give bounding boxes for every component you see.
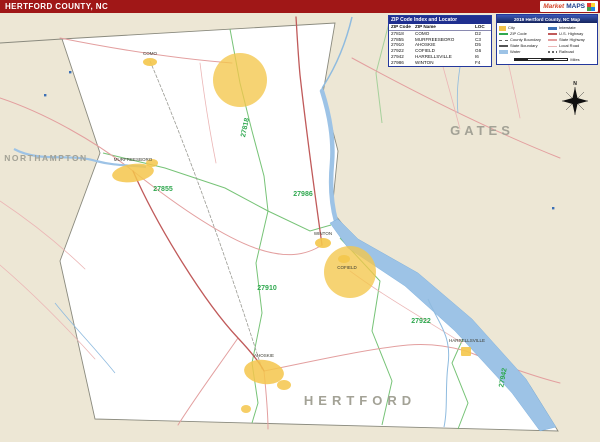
city-label-ahoskie: AHOSKIE	[254, 353, 274, 358]
logo-maps-text: MAPS	[566, 3, 585, 10]
map-legend-box: 2019 Hertford County, NC Map City Inters…	[496, 14, 598, 65]
zip-label-27986: 27986	[293, 191, 313, 198]
map-legend-body: City Interstate ZIP Code U.S. Highway Co…	[497, 23, 597, 56]
zip-index-header-row: ZIP Code ZIP Name LOC	[389, 24, 491, 31]
marketmaps-logo: MarketMAPS	[540, 1, 598, 12]
city-label-como: COMO	[143, 51, 157, 56]
legend-label: Water	[510, 49, 521, 55]
legend-label: Railroad	[559, 49, 574, 55]
color-grid-icon	[587, 3, 595, 11]
winton-area	[315, 238, 331, 248]
city-label-winton: WINTON	[314, 231, 332, 236]
title-bar: HERTFORD COUNTY, NC MarketMAPS	[0, 0, 600, 13]
city-label-cofield: COFIELD	[337, 265, 357, 270]
local-road-swatch	[548, 46, 557, 47]
logo-market-text: Market	[543, 3, 564, 10]
scale-bar-row: Miles	[497, 56, 597, 64]
county-boundary-swatch	[499, 40, 508, 41]
col-zip-code: ZIP Code	[391, 24, 415, 30]
zip-swatch	[499, 33, 508, 35]
como-area	[143, 58, 157, 66]
zip-name: WINTON	[415, 60, 475, 66]
city-swatch	[499, 26, 506, 31]
col-zip-name: ZIP Name	[415, 24, 475, 30]
city-label-murfreesboro: MURFREESBORO	[114, 157, 153, 162]
legend-item: Water	[499, 49, 546, 55]
zip-radius-circle-center	[324, 246, 376, 298]
compass-star-icon	[562, 87, 588, 115]
region-label-gates: GATES	[450, 123, 514, 138]
zip-loc: F4	[475, 60, 489, 66]
harrellsville-area	[461, 347, 471, 356]
cofield-area	[338, 255, 350, 263]
county-map-poster: HERTFORD COUNTY, NC MarketMAPS	[0, 0, 600, 442]
state-boundary-swatch	[499, 45, 508, 47]
scale-bar	[514, 58, 568, 61]
zip-index-box: ZIP Code Index and Locator ZIP Code ZIP …	[388, 15, 492, 67]
us-highway-swatch	[548, 33, 557, 35]
zip-radius-circle-north	[213, 53, 267, 107]
interstate-swatch	[548, 27, 557, 30]
zip-index-row: 27986 WINTON F4	[389, 60, 491, 66]
state-highway-swatch	[548, 39, 557, 41]
railroad-swatch	[548, 51, 557, 53]
scale-label: Miles	[570, 57, 579, 62]
zip-index-title: ZIP Code Index and Locator	[389, 16, 491, 24]
compass-rose: N	[562, 82, 588, 116]
city-label-harrellsville: HARRELLSVILLE	[449, 338, 485, 343]
page-title: HERTFORD COUNTY, NC	[0, 2, 108, 11]
map-canvas: NORTHAMPTON GATES HERTFORD 27818 27855 2…	[0, 13, 600, 442]
water-swatch	[499, 50, 508, 54]
map-legend-title: 2019 Hertford County, NC Map	[497, 15, 597, 23]
zip-value: 27986	[391, 60, 415, 66]
col-loc: LOC	[475, 24, 489, 30]
legend-item: Railroad	[548, 49, 595, 55]
zip-label-27922: 27922	[411, 318, 431, 325]
zip-label-27855: 27855	[153, 186, 173, 193]
zip-label-27910: 27910	[257, 285, 277, 292]
region-label-hertford: HERTFORD	[304, 393, 416, 408]
region-label-northampton: NORTHAMPTON	[4, 153, 87, 163]
